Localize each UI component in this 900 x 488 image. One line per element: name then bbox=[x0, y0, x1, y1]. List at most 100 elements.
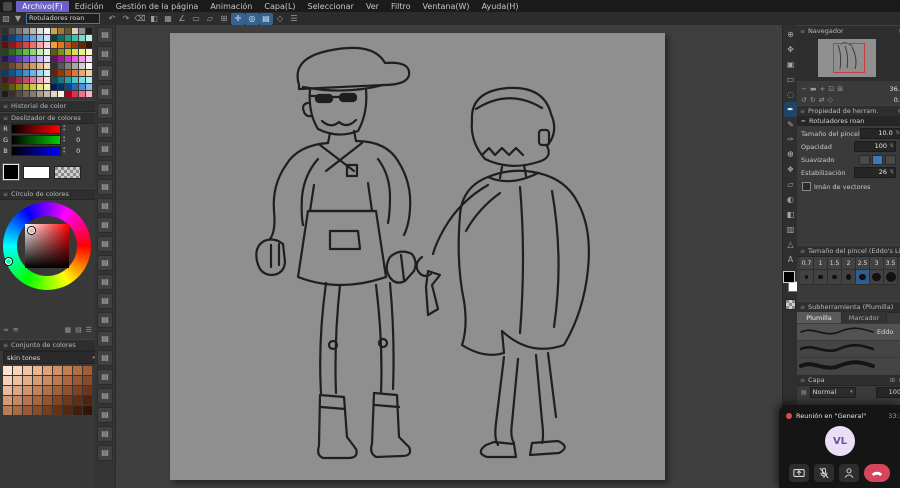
color-swatch[interactable] bbox=[16, 49, 22, 55]
material-dock-item[interactable]: ▤ bbox=[97, 84, 113, 100]
color-swatch[interactable] bbox=[37, 63, 43, 69]
wave-icon[interactable]: ≈ bbox=[3, 326, 9, 334]
text-tool[interactable]: A bbox=[784, 252, 797, 267]
material-dock-item[interactable]: ▤ bbox=[97, 198, 113, 214]
checkbox[interactable] bbox=[802, 182, 811, 191]
color-swatch[interactable] bbox=[86, 77, 92, 83]
material-dock-item[interactable]: ▤ bbox=[97, 65, 113, 81]
operation-tool[interactable]: ▣ bbox=[784, 57, 797, 72]
color-swatch[interactable] bbox=[23, 91, 29, 97]
brush-size-preset[interactable] bbox=[856, 270, 870, 285]
color-swatch[interactable] bbox=[9, 49, 15, 55]
share-screen-button[interactable] bbox=[789, 464, 809, 482]
color-swatch[interactable] bbox=[2, 63, 8, 69]
color-swatch[interactable] bbox=[44, 56, 50, 62]
color-swatch[interactable] bbox=[72, 49, 78, 55]
material-dock-item[interactable]: ▤ bbox=[97, 445, 113, 461]
skin-tone-swatch[interactable] bbox=[53, 386, 62, 395]
figure-tool[interactable]: △ bbox=[784, 237, 797, 252]
material-dock-item[interactable]: ▤ bbox=[97, 369, 113, 385]
color-swatch[interactable] bbox=[23, 63, 29, 69]
color-swatch[interactable] bbox=[72, 28, 78, 34]
color-swatch[interactable] bbox=[30, 91, 36, 97]
decoration-tool[interactable]: ❖ bbox=[784, 162, 797, 177]
transparent-color-swatch[interactable] bbox=[54, 165, 81, 179]
color-swatch[interactable] bbox=[86, 84, 92, 90]
skin-tone-swatch[interactable] bbox=[3, 386, 12, 395]
color-swatch[interactable] bbox=[51, 91, 57, 97]
selection-icon[interactable]: ▭ bbox=[189, 13, 203, 25]
subtool-item[interactable]: Eddo bbox=[797, 324, 900, 341]
color-swatch[interactable] bbox=[44, 35, 50, 41]
color-swatch[interactable] bbox=[9, 42, 15, 48]
color-swatch[interactable] bbox=[16, 42, 22, 48]
reset-view-icon[interactable]: ◇ bbox=[828, 96, 833, 104]
move-tool[interactable]: ✥ bbox=[784, 42, 797, 57]
material-dock-item[interactable]: ▤ bbox=[97, 274, 113, 290]
skin-tone-swatch[interactable] bbox=[73, 406, 82, 415]
lasso-tool[interactable]: ◌ bbox=[784, 87, 797, 102]
color-swatch[interactable] bbox=[9, 70, 15, 76]
menu-item[interactable]: Gestión de la página bbox=[110, 1, 205, 12]
transparent-toggle-icon[interactable] bbox=[785, 299, 796, 310]
color-wheel-header[interactable]: ≡ Círculo de colores ▾ bbox=[0, 188, 101, 200]
color-swatch[interactable] bbox=[79, 91, 85, 97]
color-swatch[interactable] bbox=[37, 28, 43, 34]
color-swatch[interactable] bbox=[23, 42, 29, 48]
brush-size-preset[interactable] bbox=[800, 270, 814, 285]
material-dock-item[interactable]: ▤ bbox=[97, 179, 113, 195]
color-swatch[interactable] bbox=[86, 70, 92, 76]
color-swatch[interactable] bbox=[2, 84, 8, 90]
color-swatch[interactable] bbox=[2, 91, 8, 97]
color-swatch[interactable] bbox=[51, 63, 57, 69]
material-dock-item[interactable]: ▤ bbox=[97, 122, 113, 138]
skin-tone-swatch[interactable] bbox=[43, 386, 52, 395]
material-dock-item[interactable]: ▤ bbox=[97, 426, 113, 442]
skin-tone-swatch[interactable] bbox=[83, 406, 92, 415]
color-swatch[interactable] bbox=[72, 77, 78, 83]
color-swatch[interactable] bbox=[65, 77, 71, 83]
toolbar-settings-icon[interactable]: ☰ bbox=[287, 13, 301, 25]
color-swatch[interactable] bbox=[9, 35, 15, 41]
brush-size-preset[interactable]: 2.5 bbox=[856, 257, 870, 270]
color-swatch[interactable] bbox=[2, 56, 8, 62]
snap-ruler-icon[interactable]: ✛ bbox=[231, 12, 245, 25]
property-value[interactable]: 10.0 bbox=[859, 128, 900, 139]
color-swatch[interactable] bbox=[58, 84, 64, 90]
background-color-swatch[interactable] bbox=[23, 165, 50, 179]
blend-mode-dropdown[interactable]: Normal ▾ bbox=[809, 386, 856, 398]
skin-tone-swatch[interactable] bbox=[73, 366, 82, 375]
color-swatch[interactable] bbox=[65, 70, 71, 76]
skin-tone-swatch[interactable] bbox=[43, 396, 52, 405]
current-tool-name[interactable]: Rotuladores roan bbox=[26, 13, 100, 24]
color-set-dropdown[interactable]: skin tones ▾ bbox=[3, 351, 99, 364]
skin-tone-swatch[interactable] bbox=[73, 386, 82, 395]
brush-size-preset[interactable] bbox=[828, 270, 842, 285]
mute-button[interactable] bbox=[814, 464, 834, 482]
skin-tone-swatch[interactable] bbox=[63, 376, 72, 385]
skin-tone-swatch[interactable] bbox=[63, 366, 72, 375]
color-swatch[interactable] bbox=[2, 70, 8, 76]
color-swatch[interactable] bbox=[65, 91, 71, 97]
color-swatch[interactable] bbox=[51, 84, 57, 90]
layer-opacity-value[interactable]: 100 bbox=[876, 386, 900, 398]
color-swatch[interactable] bbox=[65, 56, 71, 62]
skin-tone-swatch[interactable] bbox=[43, 376, 52, 385]
slider-value[interactable]: 0 bbox=[67, 125, 80, 133]
redo-icon[interactable]: ↷ bbox=[119, 13, 133, 25]
smoothing-option-button[interactable] bbox=[872, 154, 883, 165]
zoom-slider-icon[interactable]: ▬ bbox=[810, 85, 817, 93]
skin-tone-swatch[interactable] bbox=[23, 366, 32, 375]
color-swatch[interactable] bbox=[16, 63, 22, 69]
color-swatch[interactable] bbox=[58, 63, 64, 69]
color-swatch[interactable] bbox=[9, 84, 15, 90]
color-swatch[interactable] bbox=[51, 56, 57, 62]
subtool-tab[interactable]: Marcador bbox=[842, 312, 887, 323]
brush-size-preset[interactable]: 3 bbox=[870, 257, 884, 270]
zoom-tool[interactable]: ⊕ bbox=[784, 27, 797, 42]
color-swatch[interactable] bbox=[16, 35, 22, 41]
color-swatch[interactable] bbox=[2, 77, 8, 83]
color-swatch[interactable] bbox=[86, 28, 92, 34]
color-swatch[interactable] bbox=[30, 35, 36, 41]
color-swatch[interactable] bbox=[2, 42, 8, 48]
